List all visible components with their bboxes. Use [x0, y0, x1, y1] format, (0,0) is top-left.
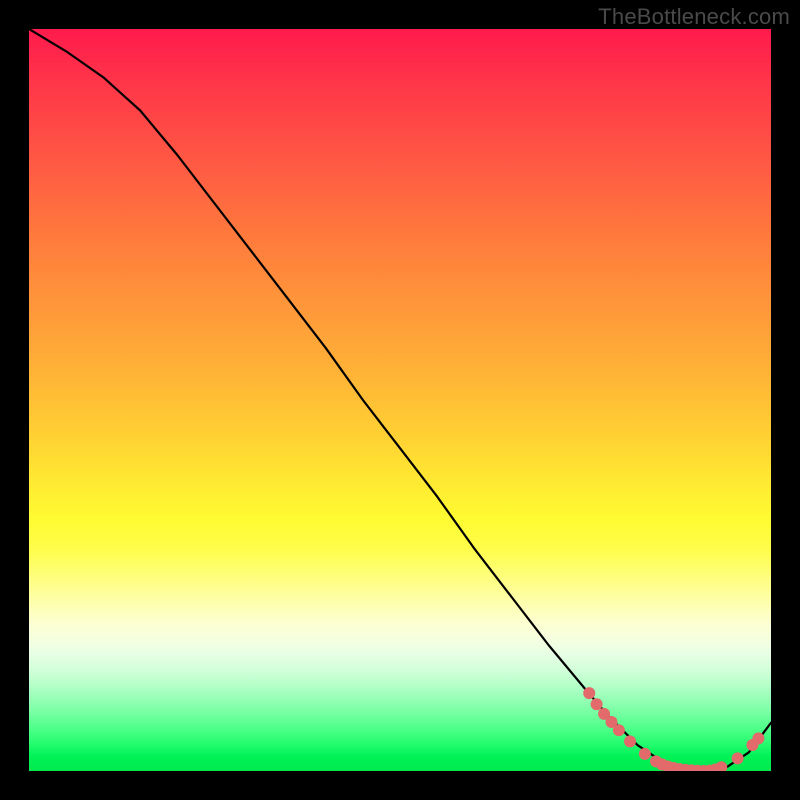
- marker-point: [732, 752, 744, 764]
- marker-point: [624, 735, 636, 747]
- watermark-text: TheBottleneck.com: [598, 4, 790, 30]
- marker-point: [715, 761, 727, 771]
- marker-point: [583, 687, 595, 699]
- bottleneck-curve: [29, 29, 771, 771]
- marker-point: [591, 698, 603, 710]
- marker-point: [639, 748, 651, 760]
- marker-point: [613, 724, 625, 736]
- chart-frame: TheBottleneck.com: [0, 0, 800, 800]
- marker-point: [752, 732, 764, 744]
- curve-markers: [583, 687, 764, 771]
- curve-layer: [29, 29, 771, 771]
- plot-area: [29, 29, 771, 771]
